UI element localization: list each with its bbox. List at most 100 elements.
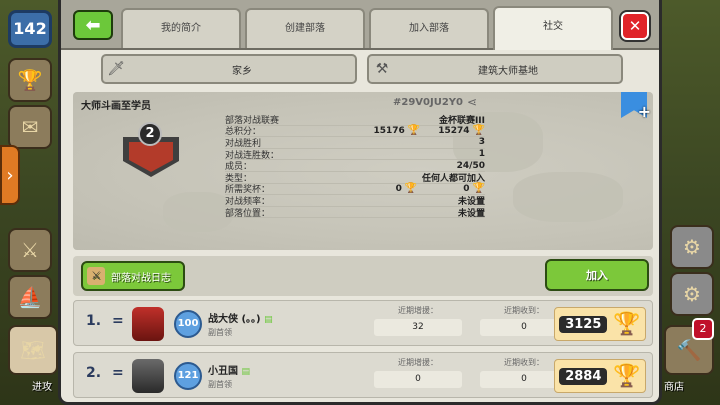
trophy-icon: 🏆 bbox=[613, 311, 641, 337]
settings-button[interactable]: ⚙ bbox=[670, 225, 714, 269]
trophy-icon: 🏆 bbox=[407, 125, 421, 137]
close-button[interactable]: ✕ bbox=[621, 12, 649, 40]
tab-create-clan[interactable]: 创建部落 bbox=[245, 8, 365, 48]
tab-social[interactable]: 社交 bbox=[493, 6, 613, 50]
rank-change: = bbox=[112, 365, 124, 381]
gear-settings-button[interactable]: ⚙ bbox=[670, 272, 714, 316]
back-button[interactable]: ⬅ bbox=[73, 10, 113, 40]
trophy-icon: 🏆 bbox=[613, 363, 641, 389]
league-badge-icon bbox=[132, 307, 164, 341]
join-clan-button[interactable]: 加入 bbox=[545, 259, 649, 291]
shop-label: 商店 bbox=[664, 382, 684, 393]
stat-row: 部落位置： 未设置 bbox=[225, 207, 485, 219]
clan-stats-list: 部落对战联赛 金杯联赛III 总积分： 15176 🏆 15274 🏆 对战胜利 3 对战连… bbox=[225, 114, 485, 219]
crossed-swords-icon: ⚔ bbox=[21, 238, 39, 262]
required-builder-trophies: 0 bbox=[463, 183, 470, 194]
member-rank: 1. bbox=[86, 313, 102, 329]
gear-icon: ⚙ bbox=[683, 235, 701, 259]
notification-badge: 2 bbox=[692, 318, 714, 340]
donations-value: 32 bbox=[374, 319, 462, 336]
panel-tab-bar: ⬅ 我的简介 创建部落 加入部落 社交 ✕ bbox=[61, 0, 659, 50]
hammer-icon: 🔨 bbox=[676, 338, 702, 362]
member-name-text: 战大侠 (。。) bbox=[208, 314, 261, 325]
stat-value: 未设置 bbox=[457, 208, 485, 219]
clan-tag: #29V0JU2Y0 bbox=[393, 97, 463, 108]
clan-war-button[interactable]: ⚔ bbox=[8, 228, 52, 272]
member-row[interactable]: 2. = 121 小丑国 ▤ 副首领 近期增援： 0 近期收到： 0 2884 … bbox=[73, 352, 653, 398]
subtab-home-village[interactable]: 🗡 家乡 bbox=[101, 54, 357, 84]
tab-join-clan[interactable]: 加入部落 bbox=[369, 8, 489, 48]
crossed-hammers-icon: ⚒ bbox=[375, 61, 389, 77]
xp-level-badge[interactable]: 142 bbox=[8, 10, 52, 48]
donations-label: 近期增援： bbox=[398, 306, 438, 315]
social-panel: ⬅ 我的简介 创建部落 加入部落 社交 ✕ 🗡 家乡 ⚒ 建筑大师基地 大师斗画… bbox=[58, 0, 662, 405]
stat-row: 对战连胜数： 1 bbox=[225, 149, 485, 161]
donations-column: 近期增援： 0 bbox=[374, 357, 462, 388]
clan-action-bar: ⚔ 部落对战日志 加入 bbox=[73, 256, 653, 296]
clan-info-card: 大师斗画至学员 #29V0JU2Y0 ⋖ + 2 部落对战联赛 金杯联赛III 总… bbox=[73, 92, 653, 250]
close-icon: ✕ bbox=[628, 17, 642, 35]
map-icon: 🗺 bbox=[20, 338, 46, 362]
chevron-right-icon: › bbox=[6, 164, 14, 186]
stat-value: 24/50 bbox=[456, 160, 485, 171]
donations-label: 近期增援： bbox=[398, 358, 438, 367]
mail-button[interactable]: ✉ bbox=[8, 105, 52, 149]
member-name-text: 小丑国 bbox=[208, 366, 238, 377]
war-log-icon: ⚔ bbox=[87, 267, 105, 285]
member-trophies: 2884 🏆 bbox=[554, 359, 646, 393]
trophy-icon: 🏆 bbox=[404, 183, 418, 195]
mail-icon: ✉ bbox=[21, 115, 39, 139]
plus-icon: + bbox=[637, 102, 651, 121]
member-role: 副首领 bbox=[208, 328, 232, 337]
member-row[interactable]: 1. = 100 战大侠 (。。) ▤ 副首领 近期增援： 32 近期收到： 0… bbox=[73, 300, 653, 346]
stat-value-pair: 0 🏆 0 🏆 bbox=[396, 183, 485, 194]
league-badge-icon bbox=[132, 359, 164, 393]
subtab-builder-base[interactable]: ⚒ 建筑大师基地 bbox=[367, 54, 623, 84]
trophy-icon: 🏆 bbox=[17, 68, 43, 92]
attack-button[interactable]: 🗺 bbox=[8, 325, 58, 375]
member-name: 小丑国 ▤ bbox=[208, 362, 250, 377]
stat-label: 部落位置： bbox=[225, 208, 271, 219]
required-trophies: 0 bbox=[395, 183, 402, 194]
subtab-home-label: 家乡 bbox=[232, 65, 252, 77]
subtab-builder-label: 建筑大师基地 bbox=[478, 65, 538, 77]
boat-icon: ⛵ bbox=[17, 285, 43, 309]
chat-icon: ▤ bbox=[264, 315, 273, 325]
stat-row: 总积分： 15176 🏆 15274 🏆 bbox=[225, 125, 485, 137]
trophy-league-button[interactable]: 🏆 bbox=[8, 58, 52, 102]
rank-change: = bbox=[112, 313, 124, 329]
clan-builder-points: 15274 bbox=[438, 125, 470, 136]
chat-icon: ▤ bbox=[241, 367, 250, 377]
stat-value: 3 bbox=[478, 137, 485, 148]
map-continent bbox=[163, 192, 233, 232]
clan-points: 15176 bbox=[373, 125, 405, 136]
war-log-label: 部落对战日志 bbox=[111, 272, 171, 284]
stat-value-pair: 15176 🏆 15274 🏆 bbox=[373, 125, 485, 136]
stat-row: 部落对战联赛 金杯联赛III bbox=[225, 114, 485, 126]
tab-my-profile[interactable]: 我的简介 bbox=[121, 8, 241, 48]
map-continent bbox=[513, 172, 623, 222]
sword-icon: 🗡 bbox=[107, 61, 125, 77]
share-icon[interactable]: ⋖ bbox=[467, 95, 477, 109]
gears-icon: ⚙ bbox=[683, 282, 701, 306]
member-trophies: 3125 🏆 bbox=[554, 307, 646, 341]
trophy-count: 2884 bbox=[559, 367, 608, 385]
trophy-count: 3125 bbox=[559, 315, 608, 333]
stat-value: 任何人都可加入 bbox=[421, 173, 485, 184]
attack-label: 进攻 bbox=[32, 382, 52, 393]
expand-left-tab[interactable]: › bbox=[0, 145, 20, 205]
war-log-button[interactable]: ⚔ 部落对战日志 bbox=[81, 261, 185, 291]
clan-name: 大师斗画至学员 bbox=[81, 101, 151, 112]
clan-level-badge: 2 bbox=[138, 122, 162, 146]
donations-column: 近期增援： 32 bbox=[374, 305, 462, 336]
stat-value: 1 bbox=[478, 149, 485, 160]
stat-value: 金杯联赛III bbox=[438, 115, 485, 126]
exp-level-icon: 121 bbox=[174, 362, 202, 390]
member-rank: 2. bbox=[86, 365, 102, 381]
exp-level-icon: 100 bbox=[174, 310, 202, 338]
donations-value: 0 bbox=[374, 371, 462, 388]
trophy-icon: 🏆 bbox=[472, 125, 485, 137]
member-role: 副首领 bbox=[208, 380, 232, 389]
trophy-icon: 🏆 bbox=[472, 183, 485, 195]
builder-boat-button[interactable]: ⛵ bbox=[8, 275, 52, 319]
